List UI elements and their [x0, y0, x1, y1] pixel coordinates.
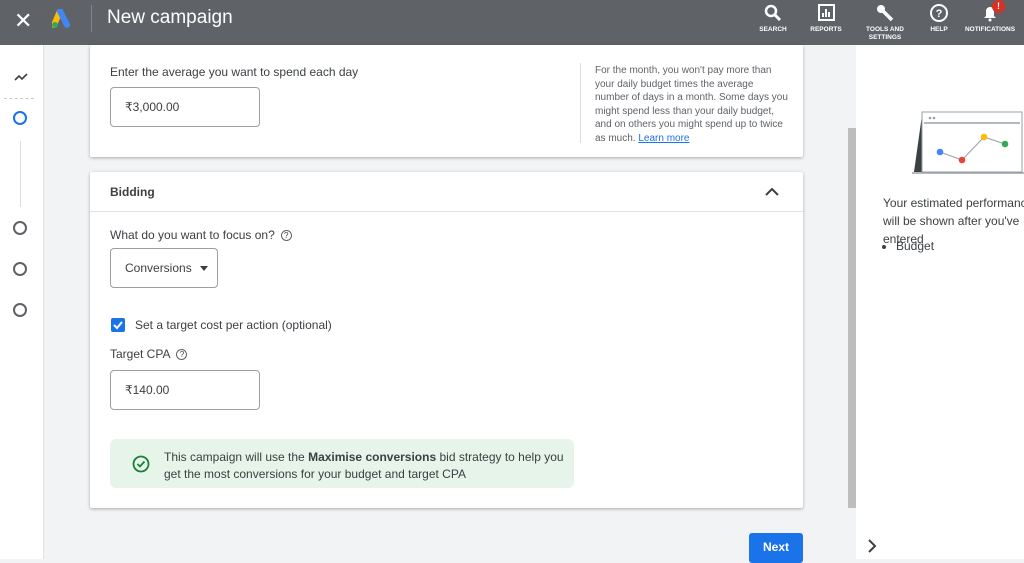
bidding-header[interactable]: Bidding — [90, 172, 803, 212]
help-label: HELP — [930, 26, 948, 33]
focus-dropdown[interactable]: Conversions — [110, 248, 218, 288]
focus-label: What do you want to focus on?? — [110, 228, 292, 242]
step-4[interactable] — [13, 303, 27, 317]
focus-label-text: What do you want to focus on? — [110, 228, 275, 242]
notifications-label: NOTIFICATIONS — [964, 26, 1016, 33]
divider — [580, 63, 581, 143]
step-2[interactable] — [13, 221, 27, 235]
cpa-label: Target CPA? — [110, 347, 188, 361]
top-bar: ✕ New campaign SEARCH REPORTS TOOLS AND … — [0, 0, 1024, 45]
step-budget-bidding[interactable] — [13, 111, 27, 125]
reports-button[interactable]: REPORTS — [806, 3, 846, 34]
search-icon — [764, 4, 782, 22]
target-cpa-input[interactable]: ₹140.00 — [110, 370, 260, 410]
notice-pre: This campaign will use the — [164, 450, 309, 464]
scrollbar[interactable] — [848, 128, 856, 508]
notice-bold: Maximise conversions — [308, 450, 437, 464]
chevron-right-icon[interactable] — [867, 539, 877, 553]
divider — [91, 5, 92, 32]
checkbox-label[interactable]: Set a target cost per action (optional) — [135, 318, 332, 332]
caret-down-icon — [199, 265, 208, 271]
cpa-label-text: Target CPA — [110, 347, 171, 361]
reports-icon — [818, 4, 835, 21]
svg-text:?: ? — [936, 8, 943, 20]
focus-value: Conversions — [125, 261, 192, 275]
tools-label: TOOLS AND SETTINGS — [866, 26, 904, 41]
help-button[interactable]: ? HELP — [925, 3, 953, 34]
step-rail — [0, 45, 44, 559]
search-label: SEARCH — [759, 26, 787, 33]
bidding-title: Bidding — [110, 185, 155, 199]
step-3[interactable] — [13, 262, 27, 276]
reports-label: REPORTS — [810, 26, 842, 33]
divider — [4, 98, 34, 99]
help-icon: ? — [930, 4, 948, 22]
budget-input[interactable]: ₹3,000.00 — [110, 87, 260, 127]
notice-text: This campaign will use the Maximise conv… — [164, 449, 564, 483]
tools-settings-button[interactable]: TOOLS AND SETTINGS — [860, 3, 910, 42]
check-circle-icon — [132, 455, 150, 473]
page-title: New campaign — [107, 7, 233, 28]
budget-card: Enter the average you want to spend each… — [90, 45, 803, 157]
performance-panel: Your estimated performance will be shown… — [856, 45, 1024, 559]
notifications-button[interactable]: NOTIFICATIONS ! — [962, 0, 1018, 34]
requirements-list: Budget — [896, 239, 934, 253]
strategy-notice: This campaign will use the Maximise conv… — [110, 439, 574, 488]
target-cpa-checkbox[interactable] — [111, 318, 125, 332]
step-connector — [20, 141, 21, 207]
notification-badge: ! — [992, 0, 1005, 13]
help-icon[interactable]: ? — [176, 349, 188, 361]
budget-info: For the month, you won't pay more than y… — [595, 64, 790, 145]
budget-info-text: For the month, you won't pay more than y… — [595, 65, 788, 144]
learn-more-link[interactable]: Learn more — [638, 133, 689, 144]
search-button[interactable]: SEARCH — [758, 3, 788, 34]
check-icon — [113, 321, 123, 330]
budget-label: Enter the average you want to spend each… — [110, 65, 359, 79]
performance-illustration — [912, 111, 1024, 174]
list-item: Budget — [896, 239, 934, 253]
chevron-up-icon[interactable] — [764, 185, 780, 197]
help-icon[interactable]: ? — [280, 230, 292, 242]
google-ads-logo — [52, 9, 70, 28]
bidding-card: Bidding What do you want to focus on?? C… — [90, 172, 803, 508]
close-icon[interactable]: ✕ — [14, 8, 32, 34]
wrench-icon — [877, 5, 894, 22]
trend-icon — [14, 73, 28, 81]
